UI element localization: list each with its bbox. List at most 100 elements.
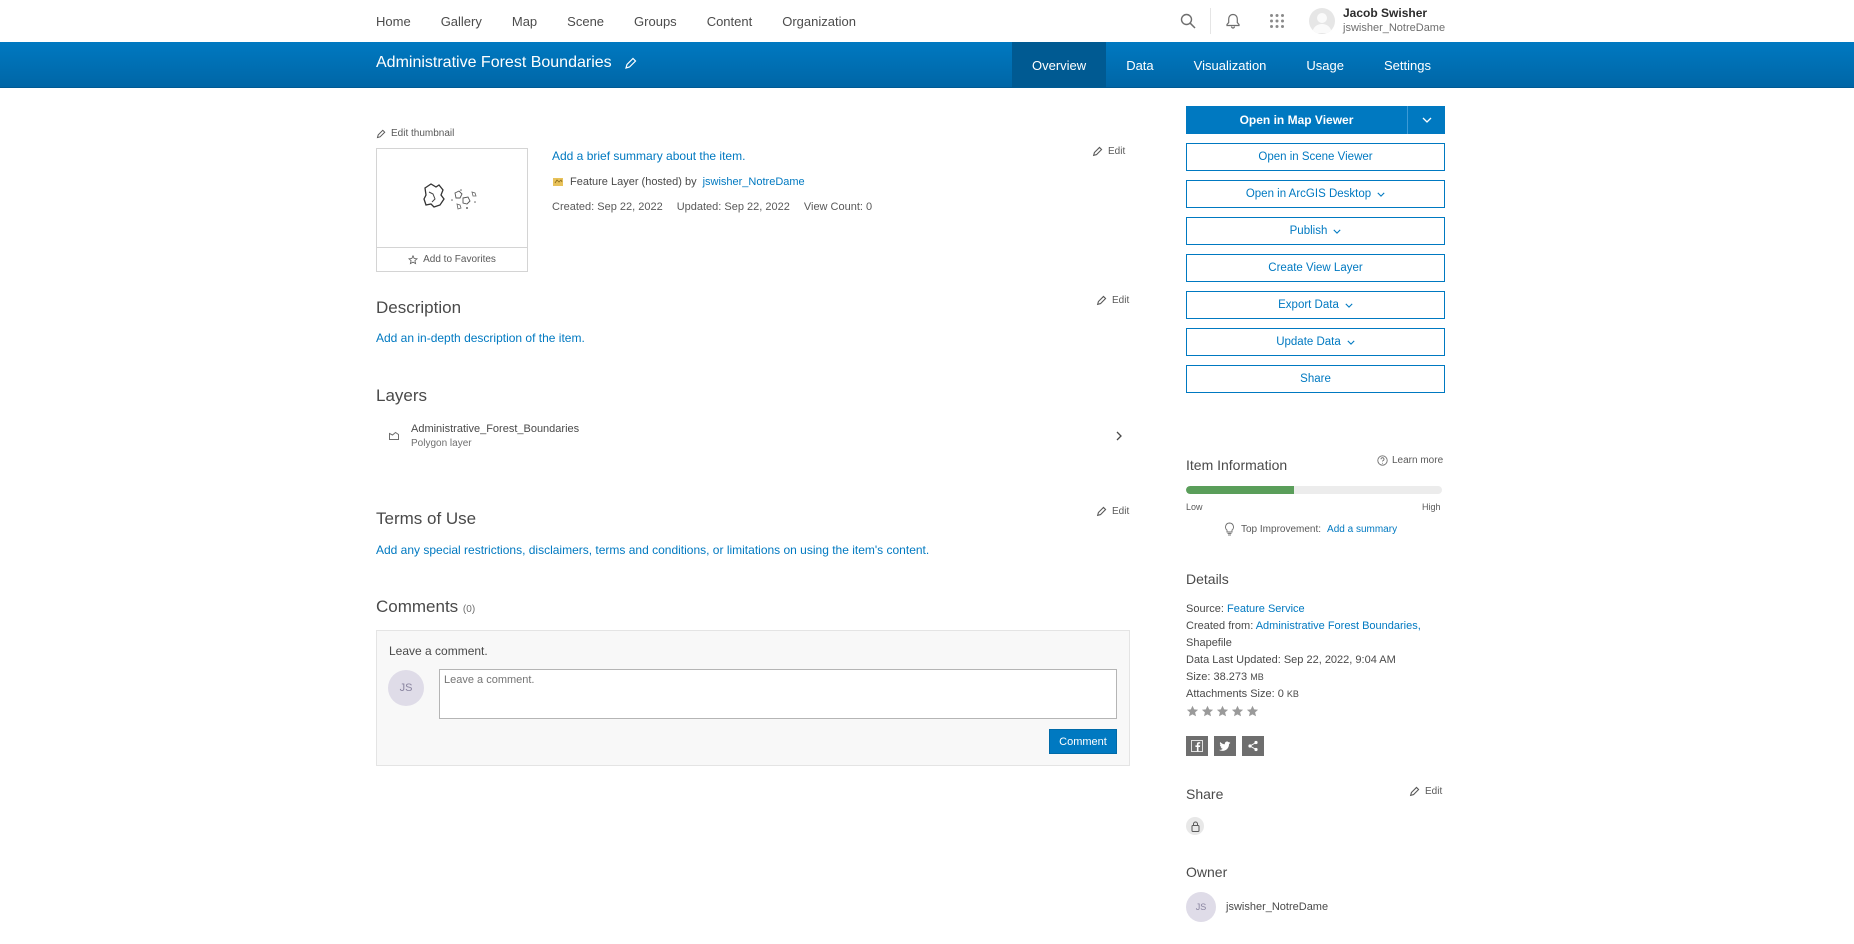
share-button[interactable]: Share <box>1186 365 1445 393</box>
description-heading: Description <box>376 298 462 317</box>
pencil-icon <box>1096 295 1107 306</box>
chevron-right-icon <box>1115 430 1123 445</box>
facebook-icon[interactable] <box>1186 736 1208 756</box>
open-in-scene-viewer-button[interactable]: Open in Scene Viewer <box>1186 143 1445 171</box>
add-to-favorites-label: Add to Favorites <box>423 254 496 265</box>
add-description-link[interactable]: Add an in-depth description of the item. <box>376 331 585 345</box>
comment-submit-button[interactable]: Comment <box>1049 729 1117 754</box>
item-type-line: Feature Layer (hosted) by jswisher_Notre… <box>552 176 805 188</box>
nav-scene[interactable]: Scene <box>567 14 604 29</box>
item-title-bar: Administrative Forest Boundaries Overvie… <box>0 42 1854 88</box>
tab-overview[interactable]: Overview <box>1012 42 1107 88</box>
created-from-link[interactable]: Administrative Forest Boundaries, <box>1256 620 1421 632</box>
export-data-button[interactable]: Export Data <box>1186 291 1445 319</box>
tab-settings[interactable]: Settings <box>1364 42 1451 88</box>
nav-gallery[interactable]: Gallery <box>441 14 482 29</box>
edit-title-pencil-icon[interactable] <box>624 57 637 70</box>
update-data-label: Update Data <box>1276 336 1341 348</box>
star-icon <box>1216 705 1229 717</box>
nav-map[interactable]: Map <box>512 14 537 29</box>
detail-created-from-type: Shapefile <box>1186 637 1232 649</box>
nav-groups[interactable]: Groups <box>634 14 677 29</box>
user-name: Jacob Swisher <box>1343 6 1428 20</box>
top-improvement-label: Top Improvement: <box>1241 523 1322 535</box>
edit-thumbnail-button[interactable]: Edit thumbnail <box>376 128 454 139</box>
item-information-heading: Item Information <box>1186 457 1288 473</box>
layer-name: Administrative_Forest_Boundaries <box>411 423 580 435</box>
comments-count: (0) <box>462 604 476 615</box>
source-link[interactable]: Feature Service <box>1227 603 1305 615</box>
create-view-layer-button[interactable]: Create View Layer <box>1186 254 1445 282</box>
add-to-favorites-button[interactable]: Add to Favorites <box>377 247 527 271</box>
edit-summary-button[interactable]: Edit <box>1092 146 1125 157</box>
create-view-layer-label: Create View Layer <box>1268 262 1363 274</box>
nav-home[interactable]: Home <box>376 14 411 29</box>
comments-title: Comments <box>376 597 459 616</box>
top-improvement: Top Improvement: Add a summary <box>1224 522 1397 536</box>
nav-organization[interactable]: Organization <box>782 14 856 29</box>
edit-share-button[interactable]: Edit <box>1409 786 1442 797</box>
star-icon <box>1246 705 1259 717</box>
edit-terms-button[interactable]: Edit <box>1096 506 1129 517</box>
rating-stars[interactable] <box>1186 705 1259 718</box>
chevron-down-icon <box>1377 192 1385 197</box>
publish-label: Publish <box>1289 225 1328 237</box>
layer-row[interactable]: Administrative_Forest_Boundaries Polygon… <box>376 420 1130 460</box>
edit-label: Edit <box>1112 295 1130 306</box>
commenter-avatar: JS <box>388 670 424 706</box>
chevron-down-icon[interactable] <box>1407 106 1445 134</box>
nav-right-tools: Jacob Swisher jswisher_NotreDame <box>1166 0 1445 42</box>
add-terms-link[interactable]: Add any special restrictions, disclaimer… <box>376 543 929 557</box>
layers-heading: Layers <box>376 386 428 405</box>
star-icon <box>1186 705 1199 717</box>
owner-name[interactable]: jswisher_NotreDame <box>1226 901 1328 913</box>
tab-usage[interactable]: Usage <box>1286 42 1364 88</box>
terms-of-use-heading: Terms of Use <box>376 509 477 528</box>
top-navigation: Home Gallery Map Scene Groups Content Or… <box>0 0 1854 42</box>
item-information-meter <box>1186 486 1442 494</box>
size-label: Size: 38.273 <box>1186 671 1248 683</box>
tab-visualization[interactable]: Visualization <box>1174 42 1287 88</box>
owner-link[interactable]: jswisher_NotreDame <box>703 176 805 188</box>
item-dates: Created: Sep 22, 2022 Updated: Sep 22, 2… <box>552 201 872 213</box>
details-list: Source: Feature Service Created from: Ad… <box>1186 601 1445 703</box>
edit-label: Edit <box>1425 786 1443 797</box>
meter-low-label: Low <box>1186 502 1203 512</box>
pencil-icon <box>1409 786 1420 797</box>
detail-size: Size: 38.273 MB <box>1186 669 1445 686</box>
detail-attachments-size: Attachments Size: 0 KB <box>1186 686 1445 703</box>
update-data-button[interactable]: Update Data <box>1186 328 1445 356</box>
detail-data-last-updated: Data Last Updated: Sep 22, 2022, 9:04 AM <box>1186 654 1396 666</box>
notifications-bell-icon[interactable] <box>1211 0 1255 42</box>
details-heading: Details <box>1186 571 1229 587</box>
meter-high-label: High <box>1422 502 1441 512</box>
edit-description-button[interactable]: Edit <box>1096 295 1129 306</box>
pencil-icon <box>1096 506 1107 517</box>
add-a-summary-link[interactable]: Add a summary <box>1327 524 1397 535</box>
size-unit: MB <box>1250 672 1264 682</box>
nav-content[interactable]: Content <box>707 14 753 29</box>
app-launcher-grid-icon[interactable] <box>1255 0 1299 42</box>
edit-label: Edit <box>1108 146 1126 157</box>
source-label: Source: <box>1186 603 1224 615</box>
user-handle: jswisher_NotreDame <box>1343 22 1446 34</box>
open-in-arcgis-desktop-button[interactable]: Open in ArcGIS Desktop <box>1186 180 1445 208</box>
pencil-icon <box>376 129 386 138</box>
tab-data[interactable]: Data <box>1106 42 1173 88</box>
thumbnail-map-image <box>377 149 527 246</box>
twitter-icon[interactable] <box>1214 736 1236 756</box>
item-thumbnail: Add to Favorites <box>376 148 528 272</box>
owner-avatar: JS <box>1186 892 1216 922</box>
open-in-map-viewer-button[interactable]: Open in Map Viewer <box>1186 106 1407 134</box>
search-icon[interactable] <box>1166 0 1210 42</box>
comment-input[interactable] <box>439 669 1117 719</box>
edit-label: Edit <box>1112 506 1130 517</box>
detail-created-from: Created from: Administrative Forest Boun… <box>1186 618 1445 635</box>
lock-icon <box>1186 817 1204 835</box>
share-link-icon[interactable] <box>1242 736 1264 756</box>
add-summary-link[interactable]: Add a brief summary about the item. <box>552 149 745 163</box>
lightbulb-icon <box>1225 522 1234 536</box>
publish-button[interactable]: Publish <box>1186 217 1445 245</box>
user-menu[interactable]: Jacob Swisher jswisher_NotreDame <box>1309 6 1445 36</box>
learn-more-link[interactable]: Learn more <box>1377 455 1443 466</box>
